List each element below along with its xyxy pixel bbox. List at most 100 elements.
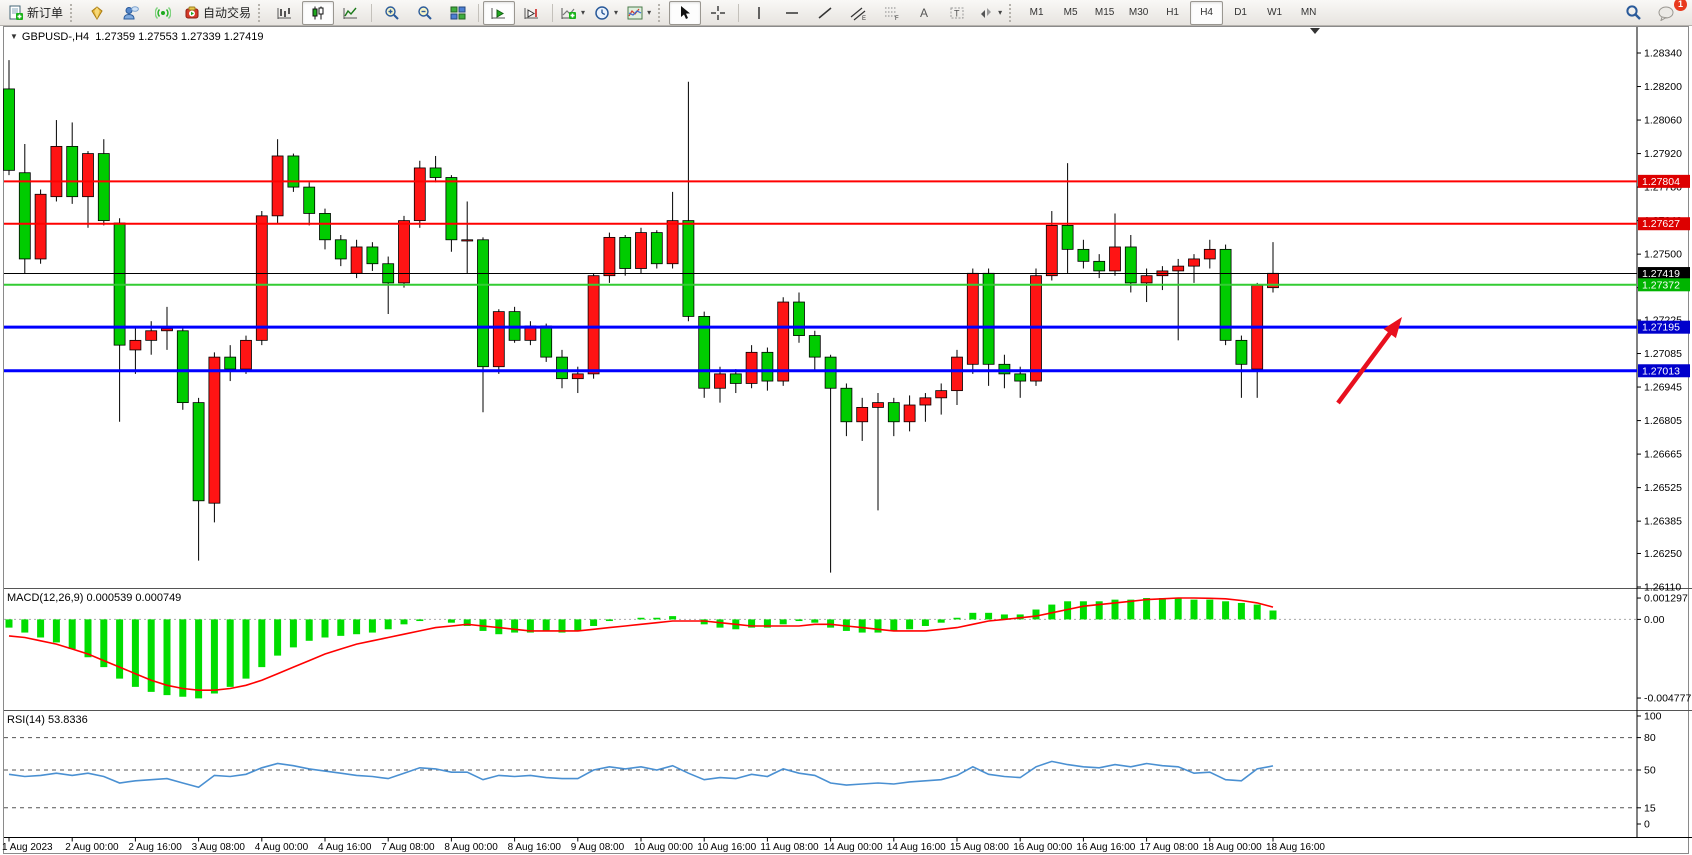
candle-body — [952, 357, 963, 391]
crosshair-icon — [710, 5, 726, 21]
auto-scroll-icon — [491, 5, 507, 21]
vertical-line-button[interactable] — [743, 1, 775, 25]
price-axis[interactable]: 1.283401.282001.280601.279201.277801.276… — [1637, 48, 1690, 594]
timeframe-w1-button[interactable]: W1 — [1258, 1, 1291, 25]
price-tick-label: 1.28060 — [1644, 115, 1682, 127]
line-chart-button[interactable] — [335, 1, 367, 25]
signals-button[interactable] — [147, 1, 179, 25]
time-label: 10 Aug 16:00 — [697, 842, 756, 853]
candle-body — [19, 173, 30, 259]
time-label: 3 Aug 08:00 — [192, 842, 246, 853]
text-button[interactable]: A — [908, 1, 940, 25]
price-badge-label: 1.27804 — [1642, 176, 1680, 188]
notification-count-badge: 1 — [1674, 0, 1687, 11]
mql5-market-button[interactable] — [81, 1, 113, 25]
rsi-value: 53.8336 — [48, 714, 88, 726]
candle-body — [778, 302, 789, 381]
time-label: 1 Aug 2023 — [2, 842, 53, 853]
time-label: 8 Aug 00:00 — [444, 842, 498, 853]
time-axis[interactable]: 1 Aug 20232 Aug 00:002 Aug 16:003 Aug 08… — [2, 838, 1325, 854]
auto-scroll-button[interactable] — [483, 1, 515, 25]
candle-body — [888, 403, 899, 422]
candle-body — [857, 407, 868, 421]
candlestick-chart-button[interactable] — [302, 1, 334, 25]
timeframe-m1-button[interactable]: M1 — [1020, 1, 1053, 25]
chart-canvas[interactable]: 1.283401.282001.280601.279201.277801.276… — [0, 26, 1692, 855]
candle-body — [620, 237, 631, 268]
candle-body — [446, 178, 457, 240]
candle-body — [177, 331, 188, 403]
time-label: 14 Aug 00:00 — [824, 842, 883, 853]
text-icon: A — [917, 5, 931, 21]
channel-button[interactable]: E — [842, 1, 874, 25]
tile-windows-icon — [450, 5, 466, 21]
indicators-button[interactable]: ▾ — [557, 1, 589, 25]
candle-body — [351, 247, 362, 273]
candle-body — [873, 403, 884, 408]
price-tick-label: 1.27500 — [1644, 249, 1682, 261]
new-order-button[interactable]: 新订单 — [4, 1, 67, 25]
candle-body — [193, 403, 204, 501]
fibonacci-button[interactable]: F — [875, 1, 907, 25]
svg-text:A: A — [920, 6, 928, 20]
candle-body — [541, 326, 552, 357]
chart-shift-icon — [524, 5, 540, 21]
timeframe-d1-button[interactable]: D1 — [1224, 1, 1257, 25]
timeframe-h4-button[interactable]: H4 — [1190, 1, 1223, 25]
time-label: 9 Aug 08:00 — [571, 842, 625, 853]
notifications-button[interactable]: 1 — [1650, 1, 1682, 25]
horizontal-line-button[interactable] — [776, 1, 808, 25]
chart-shift-marker[interactable] — [1310, 28, 1320, 34]
toolbar-grip — [1009, 4, 1017, 22]
timeframe-m30-button[interactable]: M30 — [1122, 1, 1155, 25]
rsi-name: RSI(14) — [7, 714, 45, 726]
candle-body — [920, 398, 931, 405]
candle-body — [335, 240, 346, 259]
timeframe-mn-button[interactable]: MN — [1292, 1, 1325, 25]
candle-body — [746, 352, 757, 383]
timeframe-h1-button[interactable]: H1 — [1156, 1, 1189, 25]
rsi-pane: 1008050150 — [4, 711, 1662, 831]
auto-trading-button[interactable]: 自动交易 — [180, 1, 255, 25]
timeframe-m5-button[interactable]: M5 — [1054, 1, 1087, 25]
rsi-axis-label: 80 — [1644, 732, 1656, 744]
templates-button[interactable]: ▾ — [623, 1, 655, 25]
candle-body — [209, 357, 220, 503]
time-label: 2 Aug 00:00 — [65, 842, 119, 853]
candle-body — [1015, 374, 1026, 381]
trendline-icon — [817, 5, 833, 21]
time-label: 4 Aug 16:00 — [318, 842, 372, 853]
indicators-icon — [561, 5, 577, 21]
price-tick-label: 1.26525 — [1644, 482, 1682, 494]
price-tick-label: 1.26945 — [1644, 382, 1682, 394]
periods-button[interactable]: ▾ — [590, 1, 622, 25]
candle-body — [636, 233, 647, 269]
price-tick-label: 1.26665 — [1644, 449, 1682, 461]
text-label-button[interactable]: T — [941, 1, 973, 25]
macd-indicator-label: MACD(12,26,9) 0.000539 0.000749 — [7, 592, 181, 604]
cursor-button[interactable] — [669, 1, 701, 25]
trendline-button[interactable] — [809, 1, 841, 25]
time-label: 11 Aug 08:00 — [760, 842, 819, 853]
chart-shift-button[interactable] — [516, 1, 548, 25]
crosshair-button[interactable] — [702, 1, 734, 25]
collapse-triangle-icon[interactable]: ▼ — [10, 32, 18, 41]
candle-body — [414, 168, 425, 221]
gem-icon — [89, 5, 105, 21]
candle-body — [162, 328, 173, 330]
candle-body — [4, 89, 15, 170]
tile-windows-button[interactable] — [442, 1, 474, 25]
timeframe-m15-button[interactable]: M15 — [1088, 1, 1121, 25]
candle-body — [557, 357, 568, 379]
zoom-out-button[interactable] — [409, 1, 441, 25]
bar-chart-button[interactable] — [269, 1, 301, 25]
candle-body — [288, 156, 299, 187]
search-button[interactable] — [1617, 1, 1649, 25]
candle-body — [1110, 247, 1121, 271]
zoom-in-button[interactable] — [376, 1, 408, 25]
community-button[interactable] — [114, 1, 146, 25]
time-label: 14 Aug 16:00 — [887, 842, 946, 853]
trend-arrow-line[interactable] — [1338, 325, 1396, 403]
arrows-button[interactable]: ▾ — [974, 1, 1006, 25]
svg-text:E: E — [862, 16, 866, 21]
